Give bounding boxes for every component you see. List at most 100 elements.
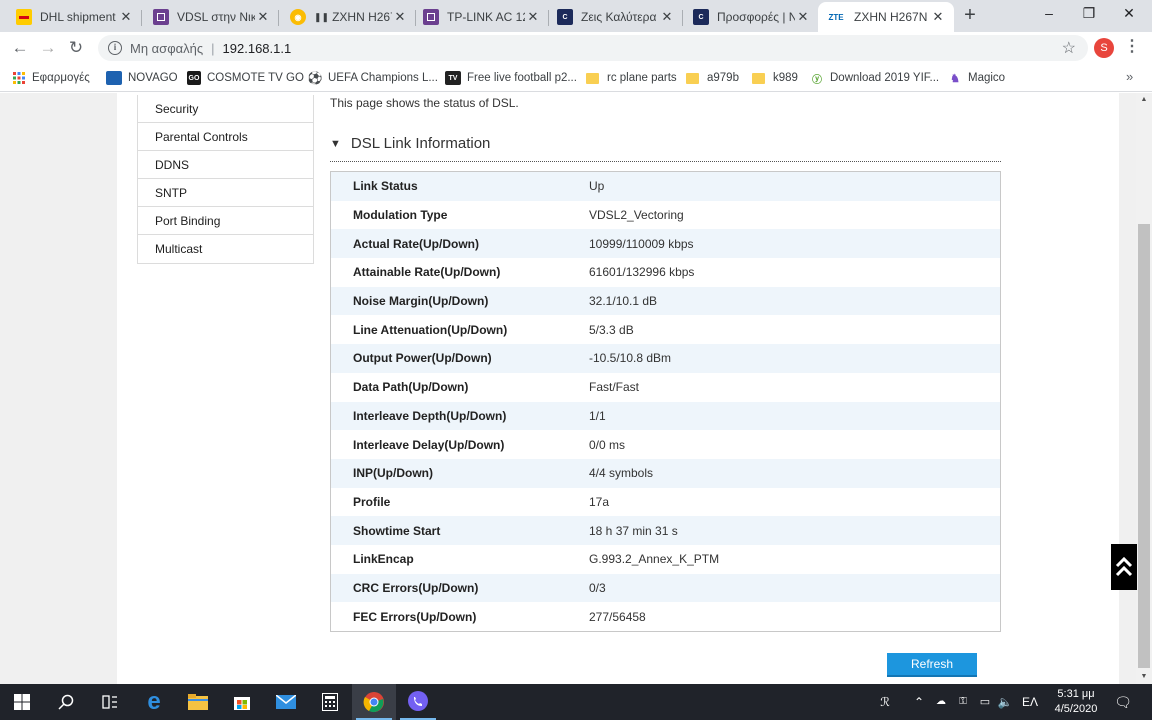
router-page: Security Parental Controls DDNS SNTP Por… <box>117 93 1119 684</box>
tab-tplink[interactable]: TP-LINK AC 120 ✕ <box>415 2 549 32</box>
edge-icon: e <box>147 688 161 715</box>
audio-playing-icon: ◉ <box>290 9 306 25</box>
tab-title: Ζεις Καλύτερα | <box>581 10 659 24</box>
collapse-triangle-icon[interactable]: ▼ <box>330 138 341 150</box>
task-view-button[interactable] <box>88 684 132 720</box>
menu-item-security[interactable]: Security <box>138 95 313 123</box>
bookmark-k989[interactable]: k989 <box>752 69 798 87</box>
close-tab-icon[interactable]: ✕ <box>659 9 675 25</box>
vertical-scrollbar[interactable]: ▲ ▼ <box>1136 93 1152 684</box>
close-tab-icon[interactable]: ✕ <box>392 9 408 25</box>
address-bar[interactable]: i Μη ασφαλής | 192.168.1.1 ☆ <box>98 35 1088 61</box>
section-header[interactable]: ▼ DSL Link Information <box>330 135 1001 162</box>
url-text[interactable]: 192.168.1.1 <box>223 41 292 56</box>
bookmark-cosmote-tv[interactable]: GO COSMOTE TV GO <box>187 69 304 87</box>
clock-time: 5:31 μμ <box>1057 688 1095 700</box>
info-icon[interactable]: i <box>108 41 122 55</box>
new-tab-button[interactable]: + <box>958 4 982 28</box>
table-row: INP(Up/Down) 4/4 symbols <box>331 458 1000 488</box>
table-row: LinkEncap G.993.2_Annex_K_PTM <box>331 545 1000 574</box>
profile-avatar[interactable]: S <box>1094 38 1114 58</box>
tab-zxhn-audio[interactable]: ◉ ❚❚ ZXHN H267N ✕ <box>282 2 416 32</box>
network-icon[interactable]: ▭ <box>974 684 996 720</box>
bookmarks-overflow-button[interactable]: » <box>1126 69 1133 84</box>
close-window-button[interactable]: ✕ <box>1106 0 1152 28</box>
chevron-up-icon[interactable]: ⌃ <box>908 684 930 720</box>
refresh-button[interactable]: Refresh <box>887 653 977 677</box>
menu-item-ddns[interactable]: DDNS <box>138 151 313 179</box>
tab-cosmote-2[interactable]: C Προσφορές | Νο ✕ <box>685 2 819 32</box>
bookmark-yify[interactable]: ⓨ Download 2019 YIF... <box>810 69 939 87</box>
bookmark-rc-plane[interactable]: rc plane parts <box>586 69 677 87</box>
close-tab-icon[interactable]: ✕ <box>930 9 946 25</box>
menu-item-multicast[interactable]: Multicast <box>138 235 313 263</box>
viber-button[interactable] <box>396 684 440 720</box>
row-label: Link Status <box>353 179 418 194</box>
volume-icon[interactable]: 🔈 <box>994 684 1016 720</box>
back-button[interactable]: ← <box>8 36 32 60</box>
row-value: 18 h 37 min 31 s <box>589 523 678 538</box>
forward-button[interactable]: → <box>36 36 60 60</box>
security-label[interactable]: Μη ασφαλής <box>130 41 203 56</box>
bookmark-uefa[interactable]: ⚽ UEFA Champions L... <box>308 69 438 87</box>
menu-kebab-icon[interactable]: ⋮ <box>1124 36 1140 60</box>
search-button[interactable] <box>44 684 88 720</box>
bookmark-magico[interactable]: ♞ Magico <box>948 69 1005 87</box>
bookmark-free-football[interactable]: TV Free live football p2... <box>445 69 577 87</box>
notifications-icon[interactable]: 🗨 <box>1110 684 1136 720</box>
table-row: Data Path(Up/Down) Fast/Fast <box>331 373 1000 402</box>
tab-zxhn-active[interactable]: ZTE ZXHN H267N V ✕ <box>818 2 954 32</box>
scrollbar-thumb[interactable] <box>1138 224 1150 668</box>
tab-title: VDSL στην Νικο <box>177 10 255 24</box>
mail-button[interactable] <box>264 684 308 720</box>
clock[interactable]: 5:31 μμ 4/5/2020 <box>1044 687 1108 717</box>
close-tab-icon[interactable]: ✕ <box>118 9 134 25</box>
row-label: Output Power(Up/Down) <box>353 351 492 366</box>
menu-item-parental-controls[interactable]: Parental Controls <box>138 123 313 151</box>
bookmark-apps[interactable]: Εφαρμογές <box>12 69 90 87</box>
menu-item-port-binding[interactable]: Port Binding <box>138 207 313 235</box>
bookmark-novago[interactable]: NOVAGO <box>106 69 178 87</box>
start-button[interactable] <box>0 684 44 720</box>
close-tab-icon[interactable]: ✕ <box>255 9 271 25</box>
chrome-button[interactable] <box>352 684 396 720</box>
row-value: 61601/132996 kbps <box>589 265 695 280</box>
row-label: Noise Margin(Up/Down) <box>353 294 489 309</box>
tab-dhl[interactable]: DHL shipment tr ✕ <box>8 2 142 32</box>
row-value: G.993.2_Annex_K_PTM <box>589 552 720 567</box>
tab-title: TP-LINK AC 120 <box>447 10 525 24</box>
file-explorer-button[interactable] <box>176 684 220 720</box>
store-button[interactable] <box>220 684 264 720</box>
dhl-icon <box>16 9 32 25</box>
reload-button[interactable]: ↻ <box>64 36 88 60</box>
onedrive-icon[interactable]: ☁ <box>930 684 952 720</box>
close-tab-icon[interactable]: ✕ <box>795 9 811 25</box>
folder-icon <box>686 72 699 84</box>
bookmark-label: a979b <box>707 72 739 84</box>
table-row: Attainable Rate(Up/Down) 61601/132996 kbp… <box>331 258 1000 287</box>
tab-divider <box>682 10 683 26</box>
people-icon[interactable]: ℛ <box>874 684 896 720</box>
scroll-up-arrow-icon[interactable]: ▲ <box>1136 93 1152 107</box>
cosmote-tv-icon: GO <box>187 71 201 85</box>
start-icon <box>14 694 30 710</box>
bookmark-star-icon[interactable]: ☆ <box>1062 38 1076 58</box>
table-row: Interleave Depth(Up/Down) 1/1 <box>331 401 1000 431</box>
bookmark-a979b[interactable]: a979b <box>686 69 739 87</box>
menu-item-sntp[interactable]: SNTP <box>138 179 313 207</box>
windows-taskbar: e ℛ ⌃ ☁ ⚿ ▭ 🔈 ΕΛ 5:31 μμ 4/5/2020 🗨 <box>0 684 1152 720</box>
language-indicator[interactable]: ΕΛ <box>1018 684 1042 720</box>
scroll-down-arrow-icon[interactable]: ▼ <box>1136 670 1152 684</box>
task-view-icon <box>102 695 117 709</box>
ime-icon[interactable]: ⚿ <box>952 684 974 720</box>
row-value: 4/4 symbols <box>589 466 654 481</box>
pause-audio-icon[interactable]: ❚❚ <box>314 12 329 23</box>
tab-vdsl-forum[interactable]: VDSL στην Νικο ✕ <box>145 2 279 32</box>
tab-cosmote-1[interactable]: C Ζεις Καλύτερα | ✕ <box>549 2 683 32</box>
tv-icon: TV <box>445 71 461 85</box>
tab-divider <box>278 10 279 26</box>
edge-button[interactable]: e <box>132 684 176 720</box>
back-to-top-button[interactable] <box>1111 544 1137 590</box>
close-tab-icon[interactable]: ✕ <box>525 9 541 25</box>
calculator-button[interactable] <box>308 684 352 720</box>
